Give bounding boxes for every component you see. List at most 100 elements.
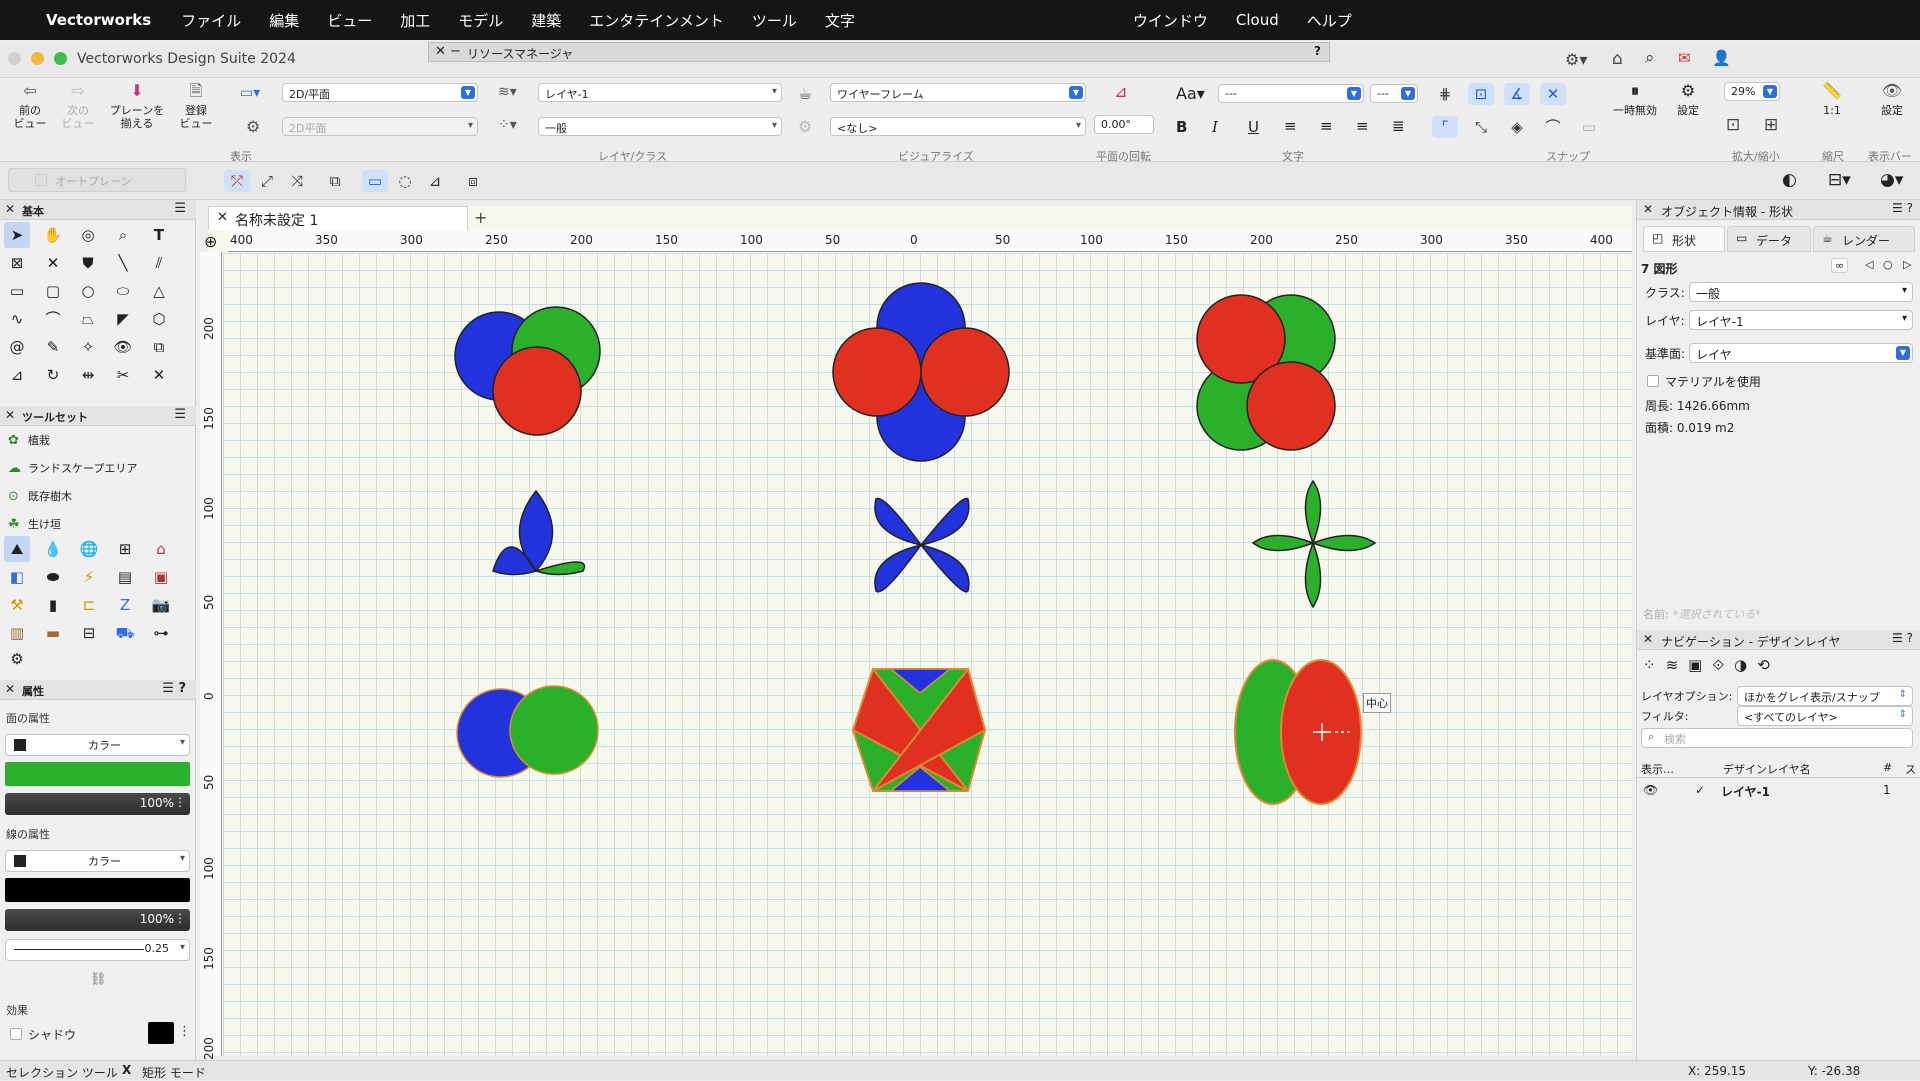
snap-distance-icon[interactable]: ⤡ (1468, 116, 1494, 138)
layer-dropdown[interactable]: レイヤ-1 ▾ (1689, 310, 1913, 330)
fit-to-window-icon[interactable]: ⊡ (1726, 115, 1740, 135)
italic-button[interactable]: I (1212, 118, 1218, 136)
filter-dropdown[interactable]: <すべてのレイヤ> ⇕ (1737, 706, 1913, 726)
symbol-tool-icon[interactable]: ⛊ (75, 250, 101, 276)
col-number[interactable]: # (1883, 761, 1892, 774)
shape-blue-flower[interactable] (874, 497, 970, 593)
toolset-item-existing-tree[interactable]: ⊙ 既存樹木 (8, 488, 72, 504)
close-icon[interactable]: ✕ (217, 210, 228, 225)
camera-category-icon[interactable]: 📷 (148, 592, 174, 618)
prev-icon[interactable]: ◁ (1865, 258, 1873, 271)
visibility-tool-icon[interactable]: 👁 (110, 334, 136, 360)
resource-manager-bar[interactable]: ✕ − リソースマネージャ ? (428, 42, 1330, 62)
close-icon[interactable]: ✕ (1643, 202, 1653, 216)
col-show[interactable]: 表示… (1641, 761, 1674, 777)
fill-type-dropdown[interactable]: カラー ▾ (5, 734, 190, 756)
snap-smart-point-icon[interactable]: ⌜ (1432, 116, 1458, 138)
globe-category-icon[interactable]: 🌐 (76, 536, 102, 562)
split-tool-icon[interactable]: ✂ (110, 362, 136, 388)
prev-view-button[interactable]: ⇦ 前の ビュー (10, 83, 50, 131)
visible-eye-icon[interactable]: 👁 (1643, 783, 1658, 797)
stop-icon[interactable]: ○ (1883, 258, 1893, 271)
scale-button[interactable]: 📏 1:1 (1818, 83, 1846, 118)
display-bar-settings-button[interactable]: 👁 設定 (1874, 83, 1910, 118)
zoom-dropdown[interactable]: 29% ▼ (1724, 82, 1780, 101)
circle-tool-icon[interactable]: ○ (75, 278, 101, 304)
home-icon[interactable]: ⌂ (1612, 49, 1623, 69)
column-category-icon[interactable]: ▮ (40, 592, 66, 618)
spiral-tool-icon[interactable]: @ (4, 334, 30, 360)
mode-rectangle-icon[interactable]: ▭ (362, 170, 388, 192)
plane-rotation-icon[interactable]: ⊿ (1114, 82, 1127, 101)
search-icon[interactable]: ⌕ (1645, 48, 1655, 68)
next-icon[interactable]: ▷ (1903, 258, 1911, 271)
mirror-tool-icon[interactable]: ⧉ (146, 334, 172, 360)
line-type-dropdown[interactable]: カラー ▾ (5, 850, 190, 872)
line-weight-dropdown[interactable]: 0.25 ▾ (5, 939, 190, 961)
nav-tab-viewports-icon[interactable]: ⟐ (1712, 656, 1734, 674)
shape-red-circle-br[interactable] (1246, 361, 1336, 451)
workplane-icon[interactable]: ⊟▾ (1828, 170, 1851, 190)
tab-data[interactable]: ▭ データ (1727, 226, 1811, 252)
mode-ignore-snap-icon[interactable]: ⤱ (224, 170, 250, 192)
mode-group-icon[interactable]: ⧉ (322, 170, 348, 192)
plane-dropdown[interactable]: レイヤ ▼ (1689, 343, 1913, 363)
use-material-checkbox[interactable] (1647, 375, 1659, 387)
align-right-icon[interactable]: ≡ (1356, 117, 1369, 135)
name-field[interactable]: *選択されている* (1673, 606, 1761, 622)
line-tool-icon[interactable]: ╲ (110, 250, 136, 276)
help-icon[interactable]: ? (1314, 44, 1321, 58)
snap-grid-icon[interactable]: ⋕ (1432, 83, 1458, 105)
structure-category-icon[interactable]: Z (112, 592, 138, 618)
align-plane-button[interactable]: ⬇ プレーンを 揃える (106, 83, 168, 131)
gear-icon[interactable]: ⚙▾ (1565, 50, 1587, 69)
rotate-tool-icon[interactable]: ↻ (40, 362, 66, 388)
shape-red-circle-right[interactable] (920, 327, 1010, 417)
mode-resize-icon[interactable]: ⤢ (254, 170, 280, 192)
layer-dropdown[interactable]: レイヤ-1 ▾ (538, 83, 782, 102)
origin-icon[interactable]: ⊕ (204, 232, 217, 251)
shape-blue-petals[interactable] (492, 489, 554, 576)
polyline-tool-icon[interactable]: ⌒ (40, 306, 66, 332)
shape-red-circle-left[interactable] (832, 327, 922, 417)
settings-gear-icon[interactable]: ⚙ (4, 646, 30, 672)
more-icon[interactable]: ⋮ (178, 1024, 191, 1039)
menu-window[interactable]: ウインドウ (1133, 10, 1208, 31)
pipe-category-icon[interactable]: ⊏ (76, 592, 102, 618)
mep-category-icon[interactable]: ⚡ (76, 564, 102, 590)
tab-render[interactable]: ☕ レンダー (1813, 226, 1915, 252)
mirror-flip-tool-icon[interactable]: ⇹ (75, 362, 101, 388)
eyedropper-tool-icon[interactable]: ✎ (40, 334, 66, 360)
menu-icon[interactable]: ☰ (174, 407, 186, 422)
shape-green-lens[interactable] (533, 561, 586, 576)
menu-file[interactable]: ファイル (181, 10, 241, 31)
menu-edit[interactable]: 編集 (269, 10, 299, 31)
selection-tool-icon[interactable]: ➤ (4, 222, 30, 248)
layer-options-dropdown[interactable]: ほかをグレイ表示/スナップ ⇕ (1737, 686, 1913, 706)
mode-extra-icon[interactable]: ⧈ (460, 170, 486, 192)
document-tab[interactable]: ✕ 名称未設定 1 (208, 206, 468, 230)
site-category-icon[interactable]: 💧 (40, 536, 66, 562)
shadow-checkbox[interactable] (10, 1028, 22, 1040)
view-dropdown[interactable]: 2D/平面 ▼ (282, 83, 478, 102)
pause-snapping-button[interactable]: ⏸ 一時無効 (1610, 83, 1660, 118)
vehicle-category-icon[interactable]: ⛟ (112, 620, 138, 646)
menu-tools[interactable]: ツール (752, 10, 797, 31)
user-icon[interactable]: 👤 (1712, 49, 1731, 67)
close-icon[interactable]: ✕ (5, 202, 15, 216)
close-window-button[interactable] (8, 52, 21, 65)
callout-tool-icon[interactable]: ⊠ (4, 250, 30, 276)
font-icon[interactable]: Aa▾ (1176, 84, 1205, 103)
attribute-tool-icon[interactable]: ✧ (75, 334, 101, 360)
fit-to-objects-icon[interactable]: ⊞ (1764, 115, 1778, 135)
shape-green-flower[interactable] (1251, 479, 1377, 609)
double-line-tool-icon[interactable]: ⫽ (146, 250, 172, 276)
door-category-icon[interactable]: ▥ (4, 620, 30, 646)
mail-icon[interactable]: ✉ (1678, 49, 1691, 67)
toolset-item-plant[interactable]: ✿ 植栽 (8, 432, 50, 448)
table-row[interactable]: 👁 ✓ レイヤ-1 1 (1637, 780, 1920, 802)
close-icon[interactable]: ✕ (1643, 632, 1653, 646)
fill-opacity-slider[interactable]: 100% ⋮ (5, 793, 190, 815)
more-icon[interactable]: ⋮ (174, 911, 186, 925)
align-center-icon[interactable]: ≡ (1320, 117, 1333, 135)
